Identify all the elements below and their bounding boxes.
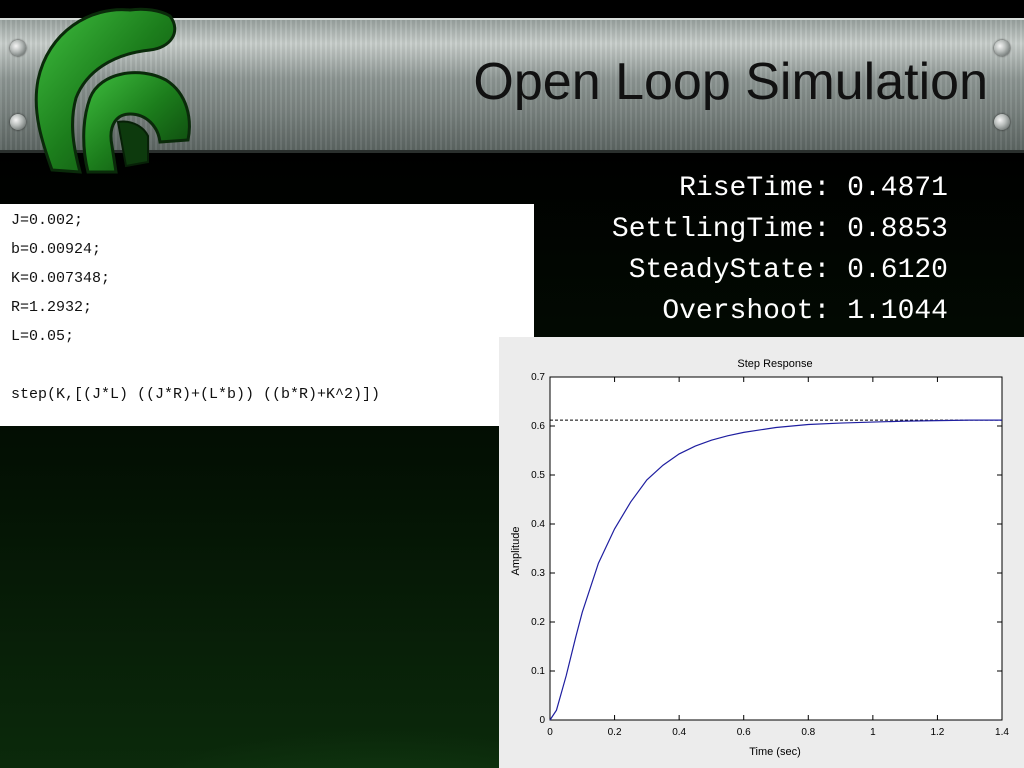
x-tick-label: 0.6 bbox=[737, 727, 751, 738]
code-line: L=0.05; bbox=[11, 328, 75, 345]
stat-overshoot: Overshoot: 1.1044 bbox=[612, 291, 948, 332]
code-line: J=0.002; bbox=[11, 212, 84, 229]
stat-label: SteadyState: bbox=[628, 255, 831, 286]
y-tick-label: 0.4 bbox=[531, 519, 545, 530]
step-response-figure: 0 0.2 0.4 0.6 0.8 1 1.2 1.4 0 0.1 0.2 0.3 0.4 0.5 0.6 0… bbox=[499, 337, 1024, 768]
x-tick-label: 1.2 bbox=[930, 727, 944, 738]
stat-settling-time: SettlingTime: 0.8853 bbox=[612, 209, 948, 250]
x-axis-label: Time (sec) bbox=[749, 746, 801, 758]
x-tick-label: 0.4 bbox=[672, 727, 686, 738]
stat-label: Overshoot: bbox=[662, 296, 831, 327]
stat-value: 0.6120 bbox=[847, 255, 948, 286]
x-tick-label: 0 bbox=[547, 727, 553, 738]
y-tick-label: 0.6 bbox=[531, 421, 545, 432]
y-tick-label: 0.2 bbox=[531, 617, 545, 628]
plot-area bbox=[549, 376, 1003, 721]
x-tick-label: 1.4 bbox=[995, 727, 1009, 738]
x-tick-label: 1 bbox=[870, 727, 876, 738]
code-line: R=1.2932; bbox=[11, 299, 93, 316]
y-tick-label: 0.5 bbox=[531, 470, 545, 481]
y-tick-label: 0.7 bbox=[531, 372, 545, 383]
stats-panel: RiseTime: 0.4871 SettlingTime: 0.8853 Stea… bbox=[612, 168, 948, 332]
x-tick-label: 0.8 bbox=[801, 727, 815, 738]
stat-steady-state: SteadyState: 0.6120 bbox=[612, 250, 948, 291]
y-axis-label: Amplitude bbox=[510, 527, 522, 576]
y-tick-label: 0.3 bbox=[531, 568, 545, 579]
code-line: K=0.007348; bbox=[11, 270, 111, 287]
spartan-helmet-logo bbox=[34, 7, 191, 174]
stat-value: 0.8853 bbox=[847, 214, 948, 245]
y-tick-label: 0.1 bbox=[531, 666, 545, 677]
stat-value: 1.1044 bbox=[847, 296, 948, 327]
code-listing: J=0.002; b=0.00924; K=0.007348; R=1.2932… bbox=[0, 204, 534, 426]
rivet-icon bbox=[994, 114, 1010, 130]
rivet-icon bbox=[994, 40, 1010, 56]
slide-title: Open Loop Simulation bbox=[473, 53, 988, 111]
stat-label: SettlingTime: bbox=[611, 214, 831, 245]
x-tick-label: 0.2 bbox=[608, 727, 622, 738]
stat-rise-time: RiseTime: 0.4871 bbox=[612, 168, 948, 209]
stat-value: 0.4871 bbox=[847, 173, 948, 204]
chart-title: Step Response bbox=[737, 358, 812, 370]
code-line: step(K,[(J*L) ((J*R)+(L*b)) ((b*R)+K^2)]… bbox=[11, 386, 381, 403]
y-tick-label: 0 bbox=[539, 715, 545, 726]
stat-label: RiseTime: bbox=[679, 173, 831, 204]
step-response-chart: 0 0.2 0.4 0.6 0.8 1 1.2 1.4 0 0.1 0.2 0.3 0.4 0.5 0.6 0… bbox=[510, 358, 1009, 758]
code-line: b=0.00924; bbox=[11, 241, 102, 258]
